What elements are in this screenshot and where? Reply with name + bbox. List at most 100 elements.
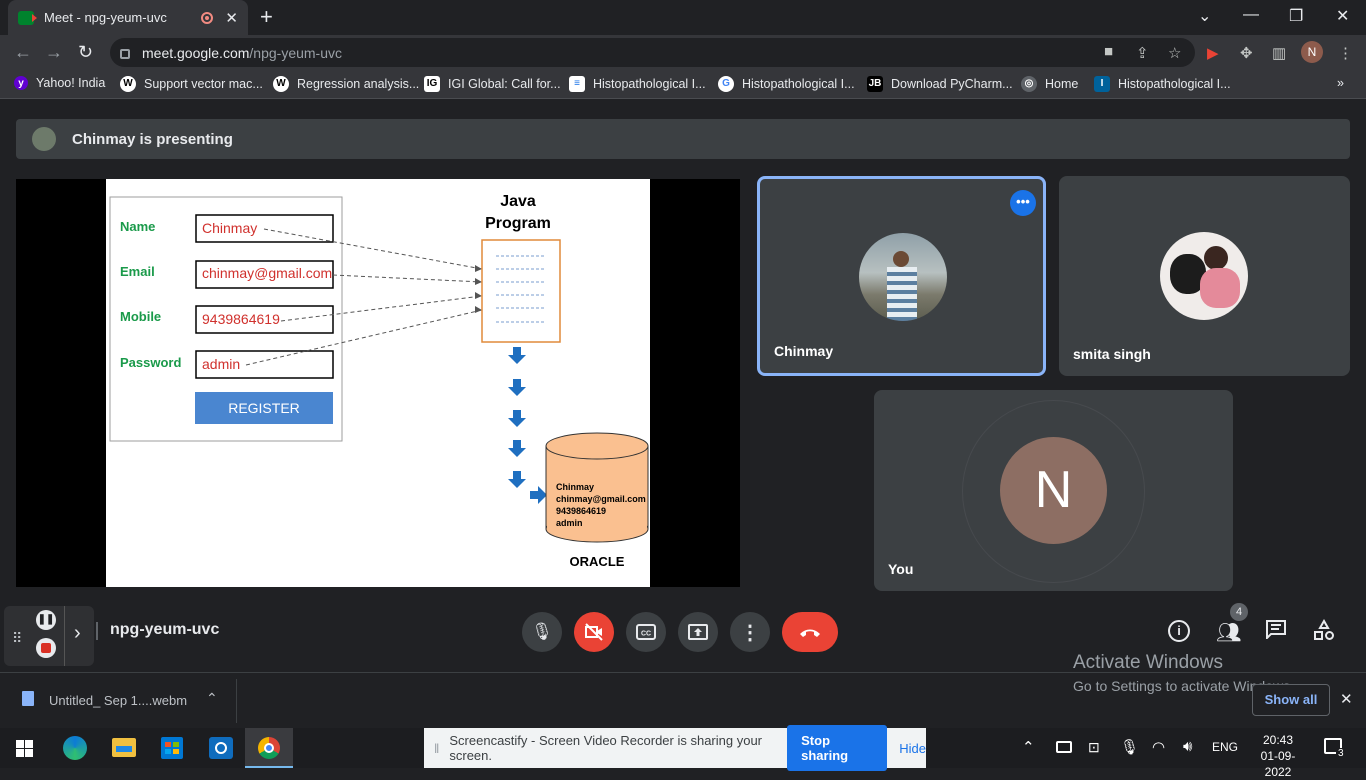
present-button[interactable] <box>678 612 718 652</box>
more-bookmarks-icon[interactable]: » <box>1337 76 1344 90</box>
bookmark-star-icon[interactable]: ☆ <box>1168 44 1181 62</box>
camera-blocked-icon[interactable]: ■ <box>1104 43 1113 60</box>
close-tab-icon[interactable]: ✕ <box>225 9 238 27</box>
show-hidden-icons[interactable]: ⌃ <box>1022 738 1035 756</box>
bookmarks-bar: y Yahoo! India W Support vector mac... W Re… <box>0 70 1366 99</box>
more-options-icon[interactable]: ••• <box>1010 190 1036 216</box>
stop-sharing-button[interactable]: Stop sharing <box>787 725 888 771</box>
file-icon <box>22 691 34 706</box>
participant-tile-smita[interactable]: smita singh <box>1059 176 1350 376</box>
hide-button[interactable]: Hide <box>899 741 926 756</box>
participant-tile-chinmay[interactable]: ••• Chinmay <box>757 176 1046 376</box>
meet-now-icon[interactable]: ⊡ <box>1088 739 1100 756</box>
form-label-mobile: Mobile <box>120 309 162 324</box>
battery-icon[interactable] <box>1056 741 1072 753</box>
edge-icon[interactable] <box>63 736 87 760</box>
close-window-button[interactable]: ✕ <box>1336 6 1349 26</box>
screen-share-notification: ‖ Screencastify - Screen Video Recorder … <box>424 725 926 771</box>
form-value-mobile: 9439864619 <box>202 311 280 327</box>
bookmark-item[interactable]: G Histopathological I... <box>718 76 855 92</box>
form-value-email: chinmay@gmail.com <box>202 265 333 281</box>
chevron-up-icon[interactable]: ⌃ <box>206 690 218 707</box>
close-downloads-icon[interactable]: ✕ <box>1340 690 1353 708</box>
store-icon[interactable] <box>161 737 183 759</box>
form-label-email: Email <box>120 264 155 279</box>
reload-button[interactable]: ↻ <box>78 42 93 63</box>
wifi-icon[interactable]: ◠ <box>1152 738 1165 756</box>
screencastify-extension-icon[interactable]: ▶ <box>1207 44 1219 62</box>
chat-icon[interactable] <box>1265 619 1287 644</box>
ieee-icon: I <box>1094 76 1110 92</box>
share-message: Screencastify - Screen Video Recorder is… <box>449 733 763 763</box>
bookmark-item[interactable]: ◎ Home <box>1021 76 1078 92</box>
program-title-1: Java <box>500 193 536 210</box>
activate-windows-title: Activate Windows <box>1073 652 1223 673</box>
drag-handle-icon[interactable]: ⠿ <box>12 630 22 647</box>
you-avatar: N <box>1000 437 1107 544</box>
profile-avatar[interactable]: N <box>1301 41 1323 63</box>
bookmark-item[interactable]: ≡ Histopathological I... <box>569 76 706 92</box>
share-icon[interactable]: ⇪ <box>1136 44 1149 62</box>
register-label: REGISTER <box>228 400 300 416</box>
expand-icon[interactable]: › <box>74 622 81 645</box>
menu-icon[interactable]: ⋮ <box>1338 44 1353 62</box>
file-explorer-icon[interactable] <box>112 738 136 757</box>
meeting-details-icon[interactable]: i <box>1168 620 1190 642</box>
minimize-button[interactable]: — <box>1243 6 1259 24</box>
chrome-taskbar-button[interactable] <box>245 728 293 768</box>
bookmark-item[interactable]: W Regression analysis... <box>273 76 419 92</box>
jetbrains-icon: JB <box>867 76 883 92</box>
captions-button[interactable]: CC <box>626 612 666 652</box>
show-all-button[interactable]: Show all <box>1252 684 1330 716</box>
camera-off-button[interactable] <box>574 612 614 652</box>
camera-app-icon[interactable] <box>209 737 233 759</box>
participant-tile-you[interactable]: N You <box>874 390 1233 591</box>
extensions-icon[interactable]: ✥ <box>1240 44 1253 62</box>
people-icon[interactable]: 👥︎ <box>1216 620 1241 645</box>
windows-start-icon[interactable] <box>16 740 33 762</box>
time: 20:43 <box>1262 733 1294 747</box>
address-bar[interactable]: meet.google.com/npg-yeum-uvc <box>110 38 1195 67</box>
new-tab-button[interactable]: + <box>260 4 273 30</box>
present-screen-icon <box>688 624 708 640</box>
leave-call-button[interactable] <box>782 612 838 652</box>
browser-tab[interactable]: Meet - npg-yeum-uvc ✕ <box>8 0 248 35</box>
google-icon: G <box>718 76 734 92</box>
pause-icon[interactable]: ❚❚ <box>36 610 56 630</box>
tab-title: Meet - npg-yeum-uvc <box>44 10 167 25</box>
bookmark-item[interactable]: JB Download PyCharm... <box>867 76 1013 92</box>
screencastify-recorder-widget: ⠿ ❚❚ › <box>4 606 94 666</box>
more-options-button[interactable]: ⋮ <box>730 612 770 652</box>
date: 01-09-2022 <box>1260 749 1296 779</box>
notification-count: 3 <box>1336 748 1346 759</box>
download-file-name[interactable]: Untitled_ Sep 1....webm <box>49 693 187 708</box>
browser-toolbar: ← → ↻ meet.google.com/npg-yeum-uvc ■ ⇪ ☆… <box>0 35 1366 70</box>
activities-icon[interactable] <box>1313 618 1335 646</box>
tab-search-icon[interactable]: ⌄ <box>1198 6 1211 26</box>
captions-icon: CC <box>636 624 656 640</box>
url-host: meet.google.com <box>142 44 250 61</box>
clock[interactable]: 20:43 01-09-2022 <box>1249 732 1307 780</box>
restore-button[interactable]: ❐ <box>1289 6 1303 26</box>
bookmark-item[interactable]: W Support vector mac... <box>120 76 263 92</box>
microphone-tray-icon[interactable]: 🎙︎ <box>1120 738 1139 756</box>
meeting-code: npg-yeum-uvc <box>110 621 220 638</box>
microphone-button[interactable]: 🎙︎ <box>522 612 562 652</box>
chrome-icon <box>258 737 280 759</box>
side-panel-icon[interactable]: ▥ <box>1272 44 1286 62</box>
language-indicator[interactable]: ENG <box>1212 740 1238 754</box>
bookmark-item[interactable]: IG IGI Global: Call for... <box>424 76 561 92</box>
downloads-bar: Untitled_ Sep 1....webm ⌃ Go to Settings… <box>0 672 1366 728</box>
bookmark-item[interactable]: I Histopathological I... <box>1094 76 1231 92</box>
smita-photo <box>1160 232 1248 320</box>
forward-button[interactable]: → <box>45 42 63 63</box>
bookmark-item[interactable]: y Yahoo! India <box>14 76 105 90</box>
wikipedia-icon: W <box>120 76 136 92</box>
form-label-name: Name <box>120 219 156 234</box>
volume-icon[interactable]: 🔊︎ <box>1183 738 1192 755</box>
drag-handle-icon[interactable]: ‖ <box>434 741 439 756</box>
back-button[interactable]: ← <box>14 42 32 63</box>
stop-recording-icon[interactable] <box>36 638 56 658</box>
db-label: ORACLE <box>569 554 625 569</box>
hang-up-icon <box>800 629 820 637</box>
